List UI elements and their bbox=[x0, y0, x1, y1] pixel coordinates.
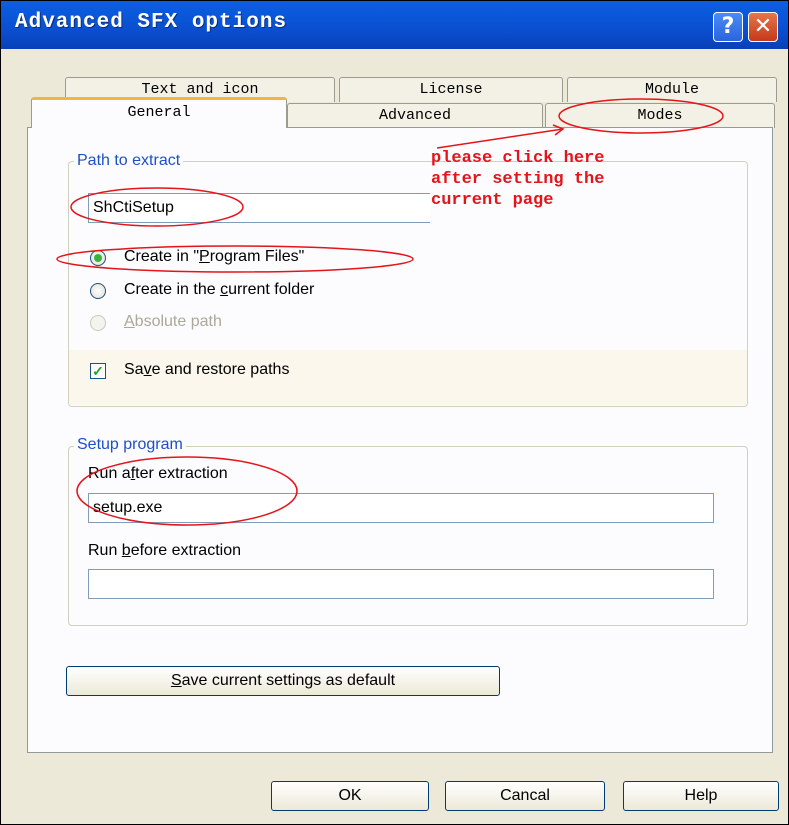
label-part: efore extraction bbox=[130, 542, 241, 559]
label-run-before-extraction: Run before extraction bbox=[88, 542, 241, 560]
label-create-in-program-files: Create in "Program Files" bbox=[124, 248, 304, 266]
run-before-extraction-input[interactable] bbox=[88, 569, 714, 599]
label-part: Run bbox=[88, 542, 122, 559]
label-part: Run a bbox=[88, 465, 131, 482]
label-part: ter extraction bbox=[135, 465, 228, 482]
radio-create-in-current-folder[interactable] bbox=[90, 283, 106, 299]
title-bar[interactable]: Advanced SFX options ? ✕ bbox=[1, 1, 788, 49]
mnemonic-v: v bbox=[143, 361, 152, 378]
label-part: ave current settings as default bbox=[181, 672, 396, 689]
mnemonic-c: c bbox=[220, 281, 229, 298]
label-absolute-path: Absolute path bbox=[124, 313, 222, 331]
close-x-icon: ✕ bbox=[753, 14, 773, 39]
label-part: Sa bbox=[124, 361, 144, 378]
label-part: e and restore paths bbox=[151, 361, 290, 378]
checkmark-icon: ✓ bbox=[92, 363, 104, 379]
annotation-text: please click here after setting the curr… bbox=[431, 149, 605, 210]
mnemonic-p: P bbox=[199, 248, 210, 265]
help-button[interactable]: Help bbox=[623, 781, 779, 811]
cancel-button[interactable]: Cancal bbox=[445, 781, 605, 811]
mnemonic-a: A bbox=[124, 313, 135, 330]
label-part: Create in the bbox=[124, 281, 221, 298]
tab-modes[interactable]: Modes bbox=[545, 103, 775, 128]
general-tab-panel: Path to extract ShCtiSetup Create in "Pr… bbox=[27, 127, 773, 753]
path-to-extract-label: Path to extract bbox=[74, 152, 184, 170]
save-as-default-button[interactable]: Save current settings as default bbox=[66, 666, 500, 696]
ok-button[interactable]: OK bbox=[271, 781, 429, 811]
close-button[interactable]: ✕ bbox=[748, 12, 778, 42]
radio-create-in-program-files[interactable] bbox=[90, 250, 106, 266]
label-part: urrent folder bbox=[228, 281, 315, 298]
run-after-extraction-input[interactable]: setup.exe bbox=[88, 493, 714, 523]
label-part: rogram Files" bbox=[209, 248, 305, 265]
mnemonic-s: S bbox=[170, 672, 182, 689]
label-part: Create in " bbox=[124, 248, 200, 265]
advanced-sfx-options-dialog: Advanced SFX options ? ✕ Text and icon L… bbox=[0, 0, 789, 825]
setup-program-label: Setup program bbox=[74, 436, 186, 454]
tab-module[interactable]: Module bbox=[567, 77, 777, 102]
save-restore-paths-checkbox[interactable]: ✓ bbox=[90, 363, 106, 379]
tab-advanced[interactable]: Advanced bbox=[287, 103, 543, 128]
label-part: bsolute path bbox=[134, 313, 222, 330]
tab-general[interactable]: General bbox=[31, 97, 287, 128]
window-title: Advanced SFX options bbox=[15, 11, 288, 34]
label-save-restore-paths: Save and restore paths bbox=[124, 361, 289, 379]
mnemonic-b: b bbox=[121, 542, 131, 559]
label-run-after-extraction: Run after extraction bbox=[88, 465, 228, 483]
extract-path-input[interactable]: ShCtiSetup bbox=[88, 193, 430, 223]
radio-absolute-path[interactable] bbox=[90, 315, 106, 331]
label-create-in-current-folder: Create in the current folder bbox=[124, 281, 314, 299]
tab-license[interactable]: License bbox=[339, 77, 563, 102]
help-title-button[interactable]: ? bbox=[713, 12, 743, 42]
question-mark-icon: ? bbox=[721, 14, 735, 39]
